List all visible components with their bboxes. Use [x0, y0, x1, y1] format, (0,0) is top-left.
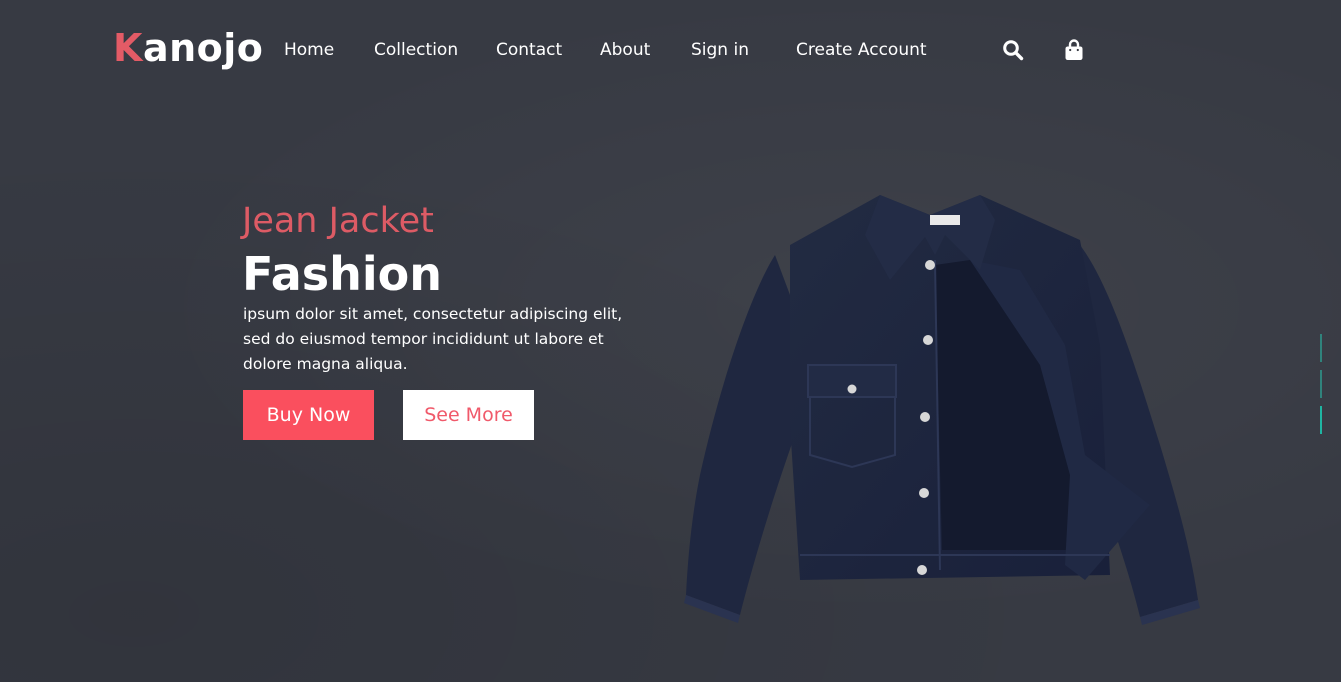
nav-sign-in[interactable]: Sign in — [691, 38, 749, 62]
brand-logo-initial: K — [113, 26, 143, 70]
see-more-button[interactable]: See More — [403, 390, 534, 440]
brand-logo-name: anojo — [142, 26, 264, 70]
slider-indicator-3[interactable] — [1320, 406, 1322, 434]
hero-title: Fashion — [242, 247, 443, 301]
nav-home[interactable]: Home — [284, 38, 334, 62]
search-icon[interactable] — [1000, 36, 1026, 64]
hero-subtitle: Jean Jacket — [242, 201, 434, 241]
nav-collection[interactable]: Collection — [374, 38, 458, 62]
slider-indicator-1[interactable] — [1320, 334, 1322, 362]
slider-indicator-2[interactable] — [1320, 370, 1322, 398]
shopping-bag-icon[interactable] — [1061, 36, 1087, 64]
nav-contact[interactable]: Contact — [496, 38, 562, 62]
buy-now-button[interactable]: Buy Now — [243, 390, 374, 440]
nav-about[interactable]: About — [600, 38, 650, 62]
hero-description: ipsum dolor sit amet, consectetur adipis… — [243, 305, 623, 373]
brand-logo[interactable]: Kanojo — [113, 24, 263, 72]
denim-jacket-image — [680, 175, 1205, 625]
nav-create-account[interactable]: Create Account — [796, 38, 927, 62]
